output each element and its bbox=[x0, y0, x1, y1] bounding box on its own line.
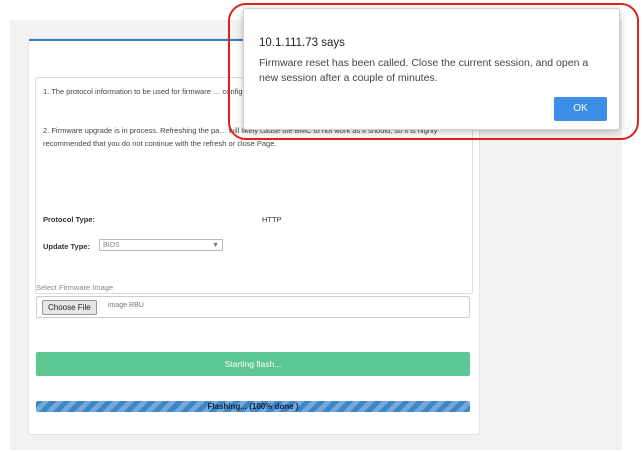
update-type-label: Update Type: bbox=[43, 242, 90, 251]
firmware-file-input[interactable]: Choose File image.RBU bbox=[36, 296, 470, 318]
starting-flash-button[interactable]: Starting flash... bbox=[36, 352, 470, 376]
flash-progress-bar: Flashing... (100% done ) bbox=[36, 401, 470, 412]
protocol-type-label: Protocol Type: bbox=[43, 215, 95, 224]
update-type-select[interactable]: BIOS ▼ bbox=[99, 239, 223, 251]
highlight-annotation bbox=[228, 3, 639, 140]
protocol-type-value: HTTP bbox=[262, 215, 282, 224]
flash-progress-text: Flashing... (100% done ) bbox=[207, 402, 299, 411]
file-name-hint: image.RBU bbox=[108, 302, 144, 309]
chevron-down-icon: ▼ bbox=[212, 242, 219, 249]
choose-file-button[interactable]: Choose File bbox=[42, 300, 97, 315]
select-firmware-label: Select Firmware Image bbox=[36, 283, 114, 292]
update-type-value: BIOS bbox=[103, 242, 120, 249]
